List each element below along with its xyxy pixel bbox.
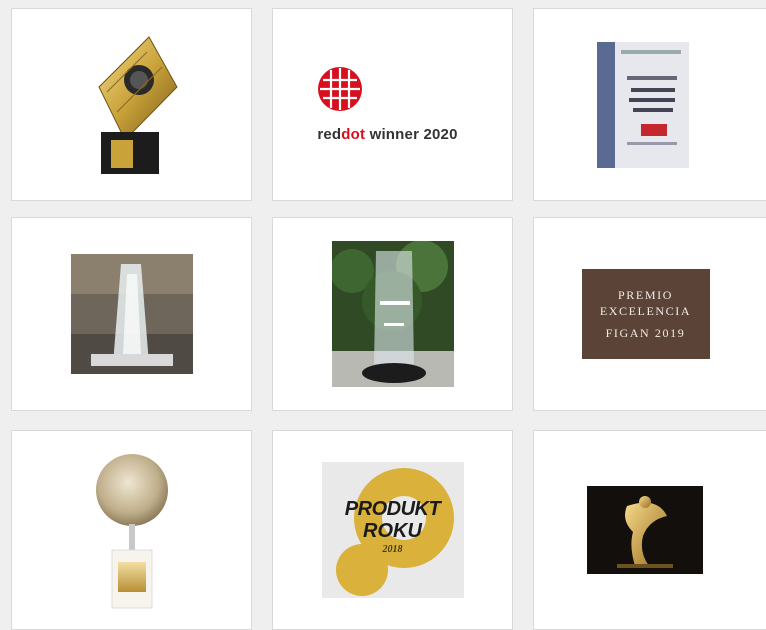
reddot-label: reddot winner 2020 [317,126,458,143]
award-card-produkt-roku[interactable]: PRODUKT ROKU 2018 [272,430,513,630]
certificate-image [597,41,689,168]
produkt-line1: PRODUKT [344,498,441,520]
award-card-glass-trophy-industrial[interactable] [11,217,252,411]
reddot-icon [318,67,363,111]
award-card-reddot[interactable]: reddot winner 2020 [272,8,513,201]
gold-figure-image [587,486,703,574]
premio-line3: FIGAN 2019 [605,326,686,340]
award-card-certificate[interactable] [533,8,766,201]
award-card-glass-trophy-trees[interactable] [272,217,513,411]
produkt-line2: ROKU [363,520,422,542]
produkt-year: 2018 [382,544,403,555]
gold-trophy-image [97,36,178,174]
reddot-logo: reddot winner 2020 [317,66,457,143]
globe-trophy-image [95,454,168,609]
premio-line1: PREMIO [618,288,673,302]
award-card-gold-figure[interactable] [533,430,766,630]
premio-line2: EXCELENCIA [599,304,692,318]
premio-excelencia-badge: PREMIO EXCELENCIA FIGAN 2019 [581,269,710,359]
glass-trophy-trees-image [331,241,454,387]
award-card-gold-trophy[interactable] [11,8,252,201]
award-card-globe-trophy[interactable] [11,430,252,630]
glass-trophy-industrial-image [70,254,193,374]
produkt-roku-badge: PRODUKT ROKU 2018 [321,462,464,598]
award-card-premio[interactable]: PREMIO EXCELENCIA FIGAN 2019 [533,217,766,411]
